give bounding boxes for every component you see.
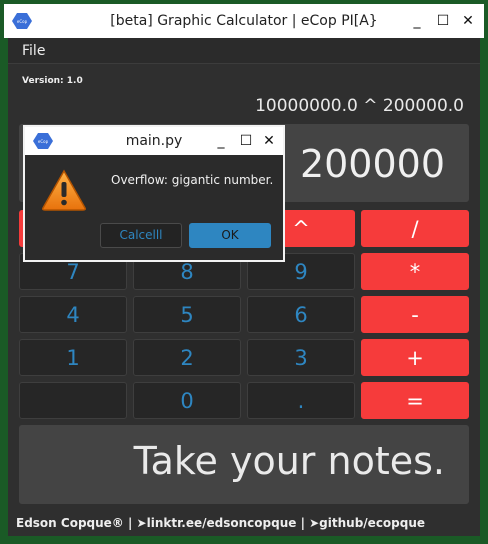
dialog-close-button[interactable]: ✕ bbox=[260, 130, 278, 152]
dialog-minimize-button[interactable]: _ bbox=[212, 130, 230, 152]
key-0[interactable]: 0 bbox=[133, 382, 241, 419]
key-divide[interactable]: / bbox=[361, 210, 469, 247]
dialog-message: Overflow: gigantic number. bbox=[111, 173, 274, 187]
app-window: eCop [beta] Graphic Calculator | eCop PI… bbox=[0, 0, 488, 544]
dialog-titlebar[interactable]: eCop main.py _ ☐ ✕ bbox=[25, 127, 283, 155]
close-button[interactable]: ✕ bbox=[459, 10, 477, 32]
warning-icon bbox=[42, 169, 86, 211]
key-4[interactable]: 4 bbox=[19, 296, 127, 333]
menu-bar: File bbox=[8, 38, 480, 64]
version-label: Version: 1.0 bbox=[22, 76, 83, 86]
menu-file[interactable]: File bbox=[22, 43, 45, 59]
key-blank[interactable] bbox=[19, 382, 127, 419]
footer-credits: Edson Copque® | ➤linktr.ee/edsoncopque |… bbox=[16, 516, 426, 530]
notes-area[interactable]: Take your notes. bbox=[19, 425, 469, 504]
key-6[interactable]: 6 bbox=[247, 296, 355, 333]
key-5[interactable]: 5 bbox=[133, 296, 241, 333]
key-equals[interactable]: = bbox=[361, 382, 469, 419]
calculator-body: File Version: 1.0 10000000.0 ^ 200000.0 … bbox=[8, 38, 480, 536]
minimize-button[interactable]: _ bbox=[408, 10, 426, 32]
key-multiply[interactable]: * bbox=[361, 253, 469, 290]
key-add[interactable]: + bbox=[361, 339, 469, 376]
key-subtract[interactable]: - bbox=[361, 296, 469, 333]
key-1[interactable]: 1 bbox=[19, 339, 127, 376]
notes-text: Take your notes. bbox=[133, 439, 445, 483]
dialog-cancel-button[interactable]: Calcelll bbox=[100, 223, 182, 248]
key-3[interactable]: 3 bbox=[247, 339, 355, 376]
key-decimal[interactable]: . bbox=[247, 382, 355, 419]
display-value: 200000 bbox=[299, 142, 445, 186]
dialog-maximize-button[interactable]: ☐ bbox=[237, 130, 255, 152]
expression-label: 10000000.0 ^ 200000.0 bbox=[255, 96, 464, 116]
overflow-dialog: eCop main.py _ ☐ ✕ Overflow: gigantic nu… bbox=[23, 125, 285, 262]
footer-bar: Edson Copque® | ➤linktr.ee/edsoncopque |… bbox=[8, 514, 480, 536]
key-2[interactable]: 2 bbox=[133, 339, 241, 376]
window-titlebar[interactable]: eCop [beta] Graphic Calculator | eCop PI… bbox=[4, 4, 484, 38]
maximize-button[interactable]: ☐ bbox=[434, 10, 452, 32]
dialog-ok-button[interactable]: OK bbox=[189, 223, 271, 248]
